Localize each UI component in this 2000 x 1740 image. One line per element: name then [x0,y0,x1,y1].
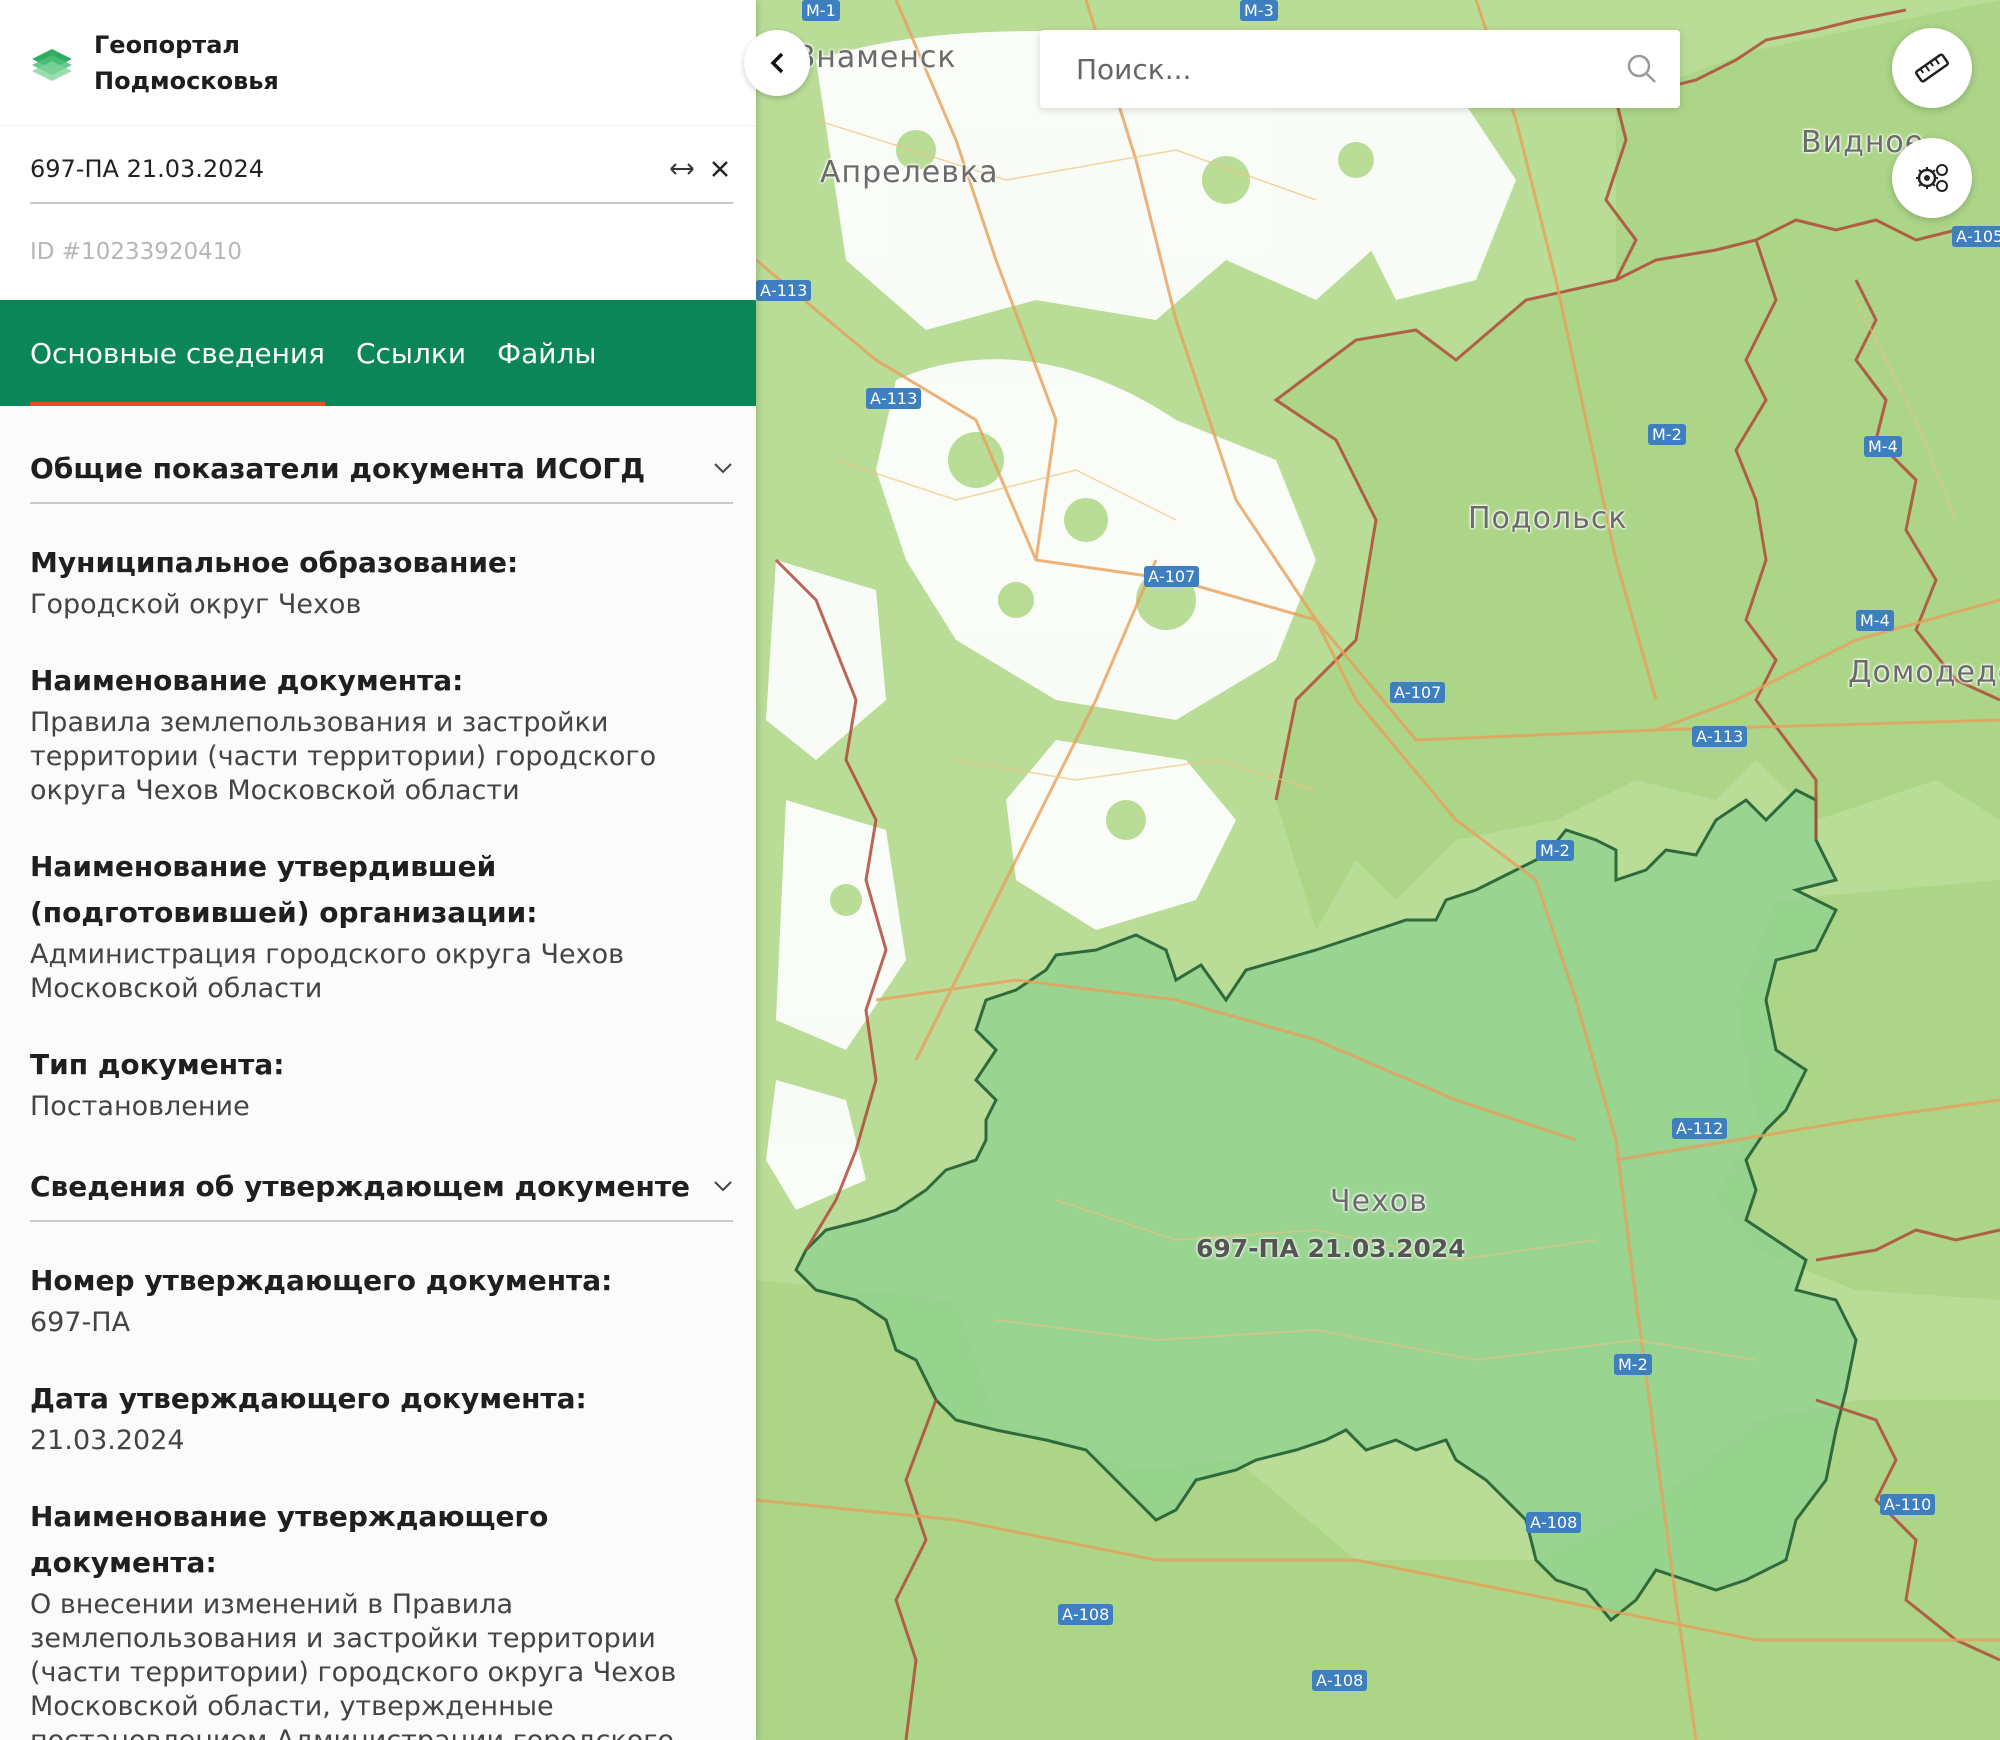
field-value: Правила землепользования и застройки тер… [30,707,657,806]
document-header: 697-ПА 21.03.2024 ID #10233920410 [0,126,756,300]
field-label: Номер утверждающего документа: [30,1264,613,1297]
search-input[interactable] [1076,52,1626,86]
brand-line2: Подмосковья [94,66,279,95]
road-shield: М-1 [802,0,840,21]
road-shield: А-113 [1692,726,1748,747]
search-box[interactable] [1040,30,1680,108]
field-value: Администрация городского округа Чехов Мо… [30,939,625,1004]
field-approval-date: Дата утверждающего документа: 21.03.2024 [30,1376,733,1458]
field-value: О внесении изменений в Правила землеполь… [30,1589,677,1740]
settings-button[interactable] [1892,138,1972,218]
road-shield: А-108 [1526,1512,1582,1533]
map-view[interactable]: Знаменск Апрелевка Подольск Видное Домод… [756,0,2000,1740]
search-icon[interactable] [1626,53,1658,85]
road-shield: А-113 [866,388,922,409]
field-value: Постановление [30,1091,250,1122]
section-approval-toggle[interactable]: Сведения об утверждающем документе [30,1152,733,1222]
label-aprelevka: Апрелевка [820,155,999,190]
road-shield: А-112 [1672,1118,1728,1139]
road-shield: А-107 [1144,566,1200,587]
field-value: Городской округ Чехов [30,589,362,620]
road-shield: А-108 [1312,1670,1368,1691]
chevron-down-icon [714,463,732,474]
layers-logo-icon [32,48,72,81]
expand-width-icon[interactable] [669,156,695,182]
brand-line1: Геопортал [94,30,240,59]
label-chekhov: Чехов [1330,1184,1428,1219]
tab-bar: Основные сведения Ссылки Файлы [0,300,756,406]
road-shield: М-4 [1856,610,1894,631]
section-isogd-title: Общие показатели документа ИСОГД [30,451,646,485]
chevron-down-icon [714,1181,732,1192]
field-label: Тип документа: [30,1048,285,1081]
document-id: ID #10233920410 [30,239,243,265]
field-value: 21.03.2024 [30,1425,185,1456]
brand-name: Геопортал Подмосковья [94,27,279,99]
road-shield: А-105 [1952,226,2000,247]
selected-region-label[interactable]: 697-ПА 21.03.2024 [1196,1234,1466,1263]
collapse-sidebar-button[interactable] [744,30,810,96]
road-shield: А-107 [1390,682,1446,703]
document-title: 697-ПА 21.03.2024 [30,155,264,183]
road-shield: М-2 [1648,424,1686,445]
field-document-type: Тип документа: Постановление [30,1042,733,1124]
details-content: Общие показатели документа ИСОГД Муницип… [0,434,756,1740]
field-label: Муниципальное образование: [30,546,519,579]
road-shield: А-110 [1880,1494,1936,1515]
road-shield: М-2 [1536,840,1574,861]
tab-files[interactable]: Файлы [497,300,596,406]
field-label: Наименование утвердившей (подготовившей)… [30,850,538,929]
road-shield: М-4 [1864,436,1902,457]
road-shield: А-108 [1058,1604,1114,1625]
road-shield: М-2 [1614,1354,1652,1375]
brand-header: Геопортал Подмосковья [0,0,756,126]
field-label: Наименование документа: [30,664,464,697]
label-podolsk: Подольск [1468,501,1628,536]
field-approval-number: Номер утверждающего документа: 697-ПА [30,1258,733,1340]
label-domodedovo: Домодедово [1848,655,2000,690]
road-shield: М-3 [1240,0,1278,21]
field-label: Наименование утверждающего документа: [30,1500,549,1579]
field-document-name: Наименование документа: Правила землепол… [30,658,733,808]
field-label: Дата утверждающего документа: [30,1382,587,1415]
close-icon[interactable] [707,156,733,182]
ruler-icon [1914,53,1950,83]
chevron-left-icon [770,52,784,74]
field-organization: Наименование утвердившей (подготовившей)… [30,844,733,1006]
field-value: 697-ПА [30,1307,131,1338]
tab-main-info[interactable]: Основные сведения [30,300,325,406]
info-sidebar: Геопортал Подмосковья 697-ПА 21.03.2024 … [0,0,756,1740]
field-municipality: Муниципальное образование: Городской окр… [30,540,733,622]
document-title-row: 697-ПА 21.03.2024 [30,126,733,204]
section-isogd-toggle[interactable]: Общие показатели документа ИСОГД [30,434,733,504]
section-approval-title: Сведения об утверждающем документе [30,1169,691,1203]
label-znamensk: Знаменск [796,40,957,75]
road-shield: А-113 [756,280,812,301]
field-approval-name: Наименование утверждающего документа: О … [30,1494,733,1740]
map-canvas[interactable] [756,0,2000,1740]
measure-ruler-button[interactable] [1892,28,1972,108]
tab-links[interactable]: Ссылки [356,300,466,406]
gears-icon [1916,164,1948,192]
